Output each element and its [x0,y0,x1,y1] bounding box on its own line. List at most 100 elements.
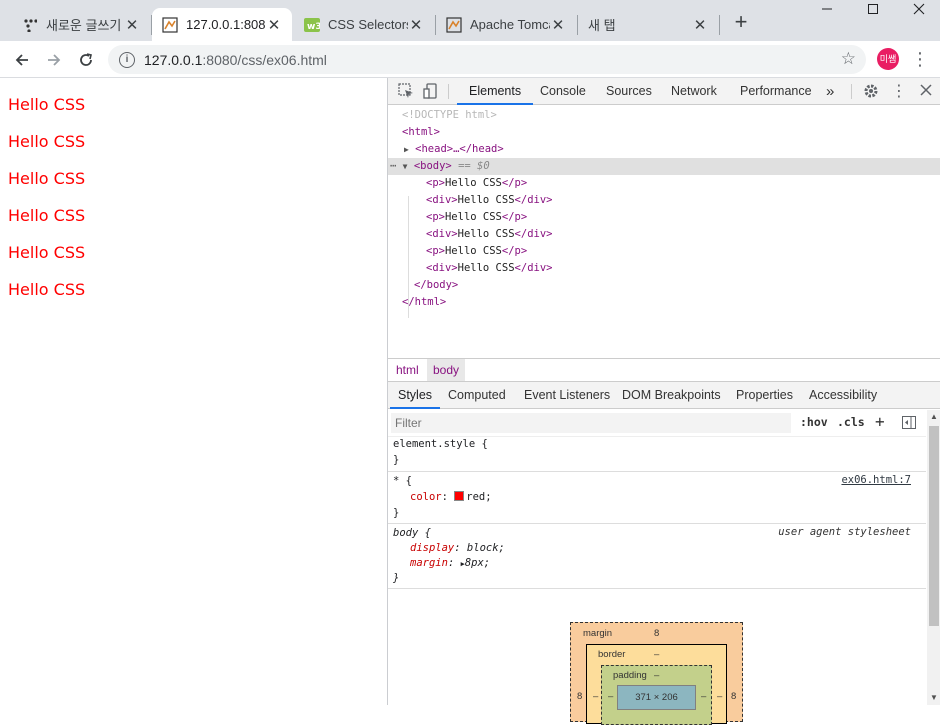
dom-body-close[interactable]: </body> [414,277,458,294]
tab-title: Apache Tomca [470,17,550,32]
dom-child-row[interactable]: <div>Hello CSS</div> [426,260,552,277]
rule-close: } [393,454,400,466]
tab-5[interactable]: 새 탭 ✕ [578,8,718,41]
tab-1[interactable]: 새로운 글쓰기 ✕ [12,8,150,41]
tab-computed[interactable]: Computed [448,382,506,409]
rule-declaration[interactable]: color: red; [410,490,492,505]
styles-tabbar: Styles Computed Event Listeners DOM Brea… [388,382,940,409]
close-tab-icon[interactable]: ✕ [124,16,140,34]
scrollbar-thumb[interactable] [929,426,939,626]
dom-child-row[interactable]: <p>Hello CSS</p> [426,209,527,226]
tab-performance[interactable]: Performance [740,78,812,105]
device-toolbar-icon[interactable] [422,83,440,100]
minimize-icon[interactable] [804,2,850,24]
dom-html-close[interactable]: </html> [402,294,446,311]
dom-doctype[interactable]: <!DOCTYPE html> [402,107,497,124]
class-toggle[interactable]: .cls [837,415,865,429]
color-swatch-icon[interactable] [454,491,465,501]
padding-value[interactable]: – [654,670,659,681]
rule-source-link[interactable]: ex06.html:7 [841,474,911,486]
dom-child-row[interactable]: <p>Hello CSS</p> [426,243,527,260]
tab-3[interactable]: w3 CSS Selectors ✕ [294,8,434,41]
dom-tree: <!DOCTYPE html> <html> ▶ <head>…</head> … [388,106,940,358]
tab-2[interactable]: 127.0.0.1:8080 ✕ [152,8,292,41]
selected-marker: == $0 [451,160,490,172]
toggle-sidebar-icon[interactable] [902,416,916,432]
box-model-content[interactable]: 371 × 206 [617,685,696,710]
rule-selector[interactable]: element.style { [393,437,488,452]
tab-accessibility[interactable]: Accessibility [809,382,877,409]
hover-state-toggle[interactable]: :hov [800,415,828,429]
close-tab-icon[interactable]: ✕ [266,16,282,34]
padding-label: padding [613,670,647,681]
tab-styles[interactable]: Styles [390,382,441,409]
rule-declaration[interactable]: display: block; [410,541,505,556]
browser-toolbar: i 127.0.0.1:8080/css/ex06.html ☆ [0,41,940,78]
bookmark-star-icon[interactable]: ☆ [841,49,856,69]
collapse-triangle-icon[interactable]: ▼ [403,162,408,171]
tab-sources[interactable]: Sources [606,78,652,105]
tab-dom-breakpoints[interactable]: DOM Breakpoints [622,382,721,409]
dom-head-row[interactable]: ▶ <head>…</head> [404,141,504,158]
close-tab-icon[interactable]: ✕ [408,16,424,34]
border-value[interactable]: – [654,649,659,660]
expand-triangle-icon[interactable]: ▶ [404,145,409,154]
tab-4[interactable]: Apache Tomca ✕ [436,8,576,41]
tab-properties[interactable]: Properties [736,382,793,409]
margin-left-value[interactable]: 8 [577,691,582,702]
padding-left-value[interactable]: – [608,691,613,702]
close-tab-icon[interactable]: ✕ [692,16,708,34]
more-tabs-button[interactable]: » [826,78,834,105]
dom-child-row[interactable]: <div>Hello CSS</div> [426,192,552,209]
border-left-value[interactable]: – [593,691,598,702]
url-path: :8080/css/ex06.html [202,51,327,68]
info-icon[interactable]: i [119,51,135,68]
more-actions-icon[interactable]: ⋯ [390,160,396,172]
dom-child-row[interactable]: <div>Hello CSS</div> [426,226,552,243]
window-close-icon[interactable] [896,2,940,24]
tab-network[interactable]: Network [671,78,717,105]
styles-scrollbar[interactable]: ▲ ▼ [927,410,940,705]
dom-body-open: <body> [413,160,452,172]
rule-selector[interactable]: * { [393,474,412,489]
tab-elements[interactable]: Elements [457,78,534,105]
address-bar[interactable]: i 127.0.0.1:8080/css/ex06.html ☆ [108,45,866,74]
margin-right-value[interactable]: 8 [731,691,736,702]
dom-body-row[interactable]: ⋯ ▼ <body> == $0 [390,158,490,175]
tab-title: CSS Selectors [328,17,408,32]
property-value: 8px; [464,557,491,569]
profile-avatar[interactable]: 미쌤 [877,48,899,70]
inspect-element-icon[interactable] [397,83,415,100]
border-right-value[interactable]: – [717,691,722,702]
rule-selector[interactable]: body { [393,526,431,541]
scroll-up-icon[interactable]: ▲ [927,410,940,424]
back-arrow-icon[interactable] [10,48,34,72]
divider [448,84,449,99]
tab-console[interactable]: Console [540,78,586,105]
add-rule-icon[interactable]: + [875,412,885,431]
close-devtools-icon[interactable] [917,83,935,100]
reload-icon[interactable] [74,48,98,72]
rule-declaration[interactable]: margin: ▶8px; [410,556,490,571]
rule-source-label: user agent stylesheet [778,526,911,538]
page-viewport: Hello CSS Hello CSS Hello CSS Hello CSS … [0,78,387,705]
maximize-icon[interactable] [850,2,896,24]
page-text-p: Hello CSS [8,95,86,114]
close-tab-icon[interactable]: ✕ [550,16,566,34]
svg-text:w3: w3 [307,22,320,32]
tab-event-listeners[interactable]: Event Listeners [524,382,610,409]
margin-top-value[interactable]: 8 [654,628,659,639]
forward-arrow-icon[interactable] [42,48,66,72]
new-tab-button[interactable]: + [730,11,752,34]
breadcrumb-html[interactable]: html [390,359,425,381]
w3-favicon-icon: w3 [304,17,320,33]
dom-html-open[interactable]: <html> [402,124,440,141]
dom-child-row[interactable]: <p>Hello CSS</p> [426,175,527,192]
padding-right-value[interactable]: – [701,691,706,702]
devtools-menu-icon[interactable]: ⋮ [890,83,908,100]
settings-gear-icon[interactable] [862,83,880,100]
chrome-menu-icon[interactable]: ⋮ [911,47,929,71]
styles-filter-input[interactable] [391,413,791,433]
breadcrumb-body[interactable]: body [427,359,466,381]
scroll-down-icon[interactable]: ▼ [927,691,940,705]
